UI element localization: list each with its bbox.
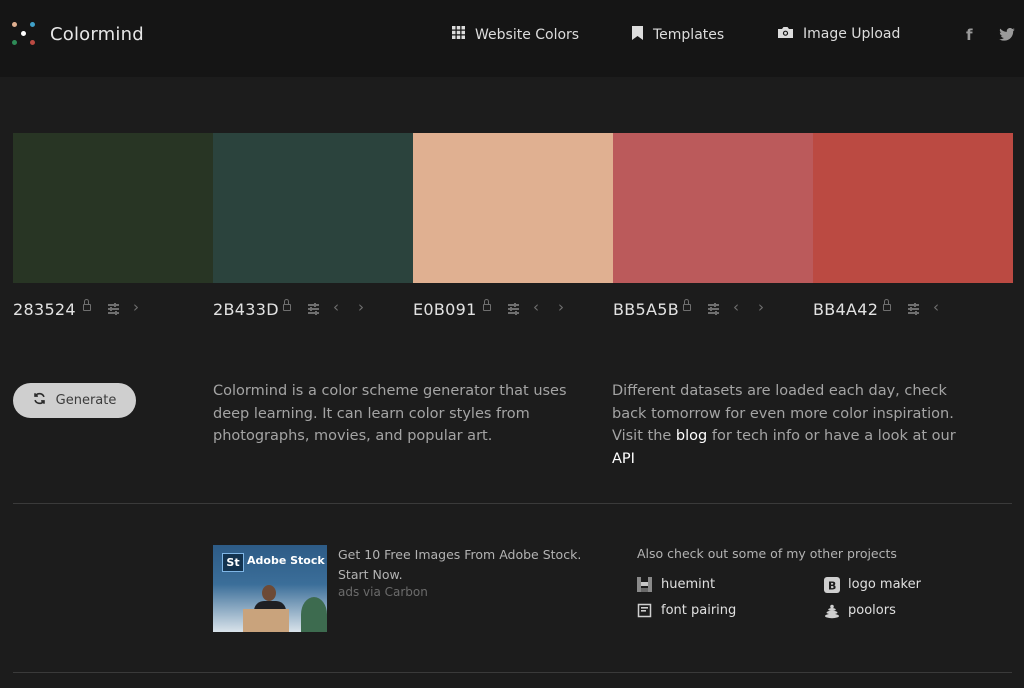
project-huemint-label: huemint (661, 577, 716, 592)
datasets-text: Different datasets are loaded each day, … (612, 380, 962, 470)
project-poolors-label: poolors (848, 603, 896, 618)
colormind-logo-icon[interactable] (12, 22, 40, 50)
generate-button[interactable]: Generate (13, 383, 136, 418)
color-hex-code[interactable]: 2B433D (213, 300, 279, 319)
top-nav-bar: Colormind Website Colors Templates Image… (0, 0, 1024, 77)
nav-image-upload[interactable]: Image Upload (778, 26, 900, 42)
adjust-sliders-icon[interactable] (508, 303, 519, 315)
ad-person (262, 585, 276, 601)
color-swatch[interactable] (613, 133, 813, 283)
about-text: Colormind is a color scheme generator th… (213, 383, 567, 444)
ads-via-carbon-link[interactable]: ads via Carbon (338, 585, 428, 599)
ad-laptop (243, 609, 289, 632)
projects-title: Also check out some of my other projects (637, 546, 897, 561)
camera-icon (778, 26, 793, 42)
logo-maker-icon: B (824, 577, 840, 593)
move-left-icon[interactable]: ‹ (533, 298, 539, 316)
lock-icon[interactable] (483, 299, 491, 311)
adobe-stock-logo-icon: St (222, 553, 244, 572)
huemint-icon (637, 577, 652, 592)
nav-website-colors[interactable]: Website Colors (452, 26, 579, 43)
ad-brand: Adobe Stock (247, 554, 325, 567)
move-right-icon[interactable]: › (558, 298, 564, 316)
project-huemint[interactable]: huemint (637, 577, 715, 592)
adjust-sliders-icon[interactable] (908, 303, 919, 315)
project-logo-maker[interactable]: B logo maker (824, 577, 921, 593)
color-hex-code[interactable]: BB5A5B (613, 300, 679, 319)
generate-label: Generate (55, 393, 117, 408)
color-hex-code[interactable]: 283524 (13, 300, 76, 319)
font-pairing-icon (637, 603, 652, 618)
adjust-sliders-icon[interactable] (708, 303, 719, 315)
color-hex-code[interactable]: BB4A42 (813, 300, 878, 319)
ad-plant (301, 597, 327, 632)
footer-divider (13, 672, 1012, 673)
svg-text:B: B (828, 580, 836, 593)
move-right-icon[interactable]: › (358, 298, 364, 316)
poolors-icon (824, 603, 839, 619)
nav-image-upload-label: Image Upload (803, 26, 901, 42)
project-font-pairing-label: font pairing (661, 603, 737, 618)
project-poolors[interactable]: poolors (824, 603, 896, 619)
brand-name[interactable]: Colormind (50, 24, 144, 45)
refresh-icon (33, 392, 46, 409)
blog-link[interactable]: blog (676, 428, 707, 444)
nav-website-colors-label: Website Colors (475, 26, 580, 43)
bookmark-icon (632, 26, 643, 44)
move-right-icon[interactable]: › (133, 298, 139, 316)
lock-icon[interactable] (683, 299, 691, 311)
datasets-text-part2: for tech info or have a look at our (711, 428, 956, 444)
facebook-icon[interactable]: f (966, 26, 973, 44)
project-logo-maker-label: logo maker (848, 577, 921, 592)
project-font-pairing[interactable]: font pairing (637, 603, 736, 618)
color-hex-code[interactable]: E0B091 (413, 300, 477, 319)
adjust-sliders-icon[interactable] (308, 303, 319, 315)
ad-text[interactable]: Get 10 Free Images From Adobe Stock. Sta… (338, 545, 598, 584)
color-swatch[interactable] (213, 133, 413, 283)
nav-templates[interactable]: Templates (632, 26, 724, 44)
lock-icon[interactable] (83, 299, 91, 311)
ad-image[interactable]: St Adobe Stock (213, 545, 327, 632)
api-link[interactable]: API (612, 451, 635, 467)
adjust-sliders-icon[interactable] (108, 303, 119, 315)
move-left-icon[interactable]: ‹ (333, 298, 339, 316)
divider (13, 503, 1012, 504)
color-swatch[interactable] (813, 133, 1013, 283)
move-right-icon[interactable]: › (758, 298, 764, 316)
move-left-icon[interactable]: ‹ (933, 298, 939, 316)
grid-icon (452, 26, 465, 43)
color-swatch[interactable] (413, 133, 613, 283)
move-left-icon[interactable]: ‹ (733, 298, 739, 316)
lock-icon[interactable] (883, 299, 891, 311)
nav-templates-label: Templates (653, 27, 725, 43)
lock-icon[interactable] (283, 299, 291, 311)
color-swatch[interactable] (13, 133, 213, 283)
twitter-icon[interactable] (999, 27, 1015, 45)
